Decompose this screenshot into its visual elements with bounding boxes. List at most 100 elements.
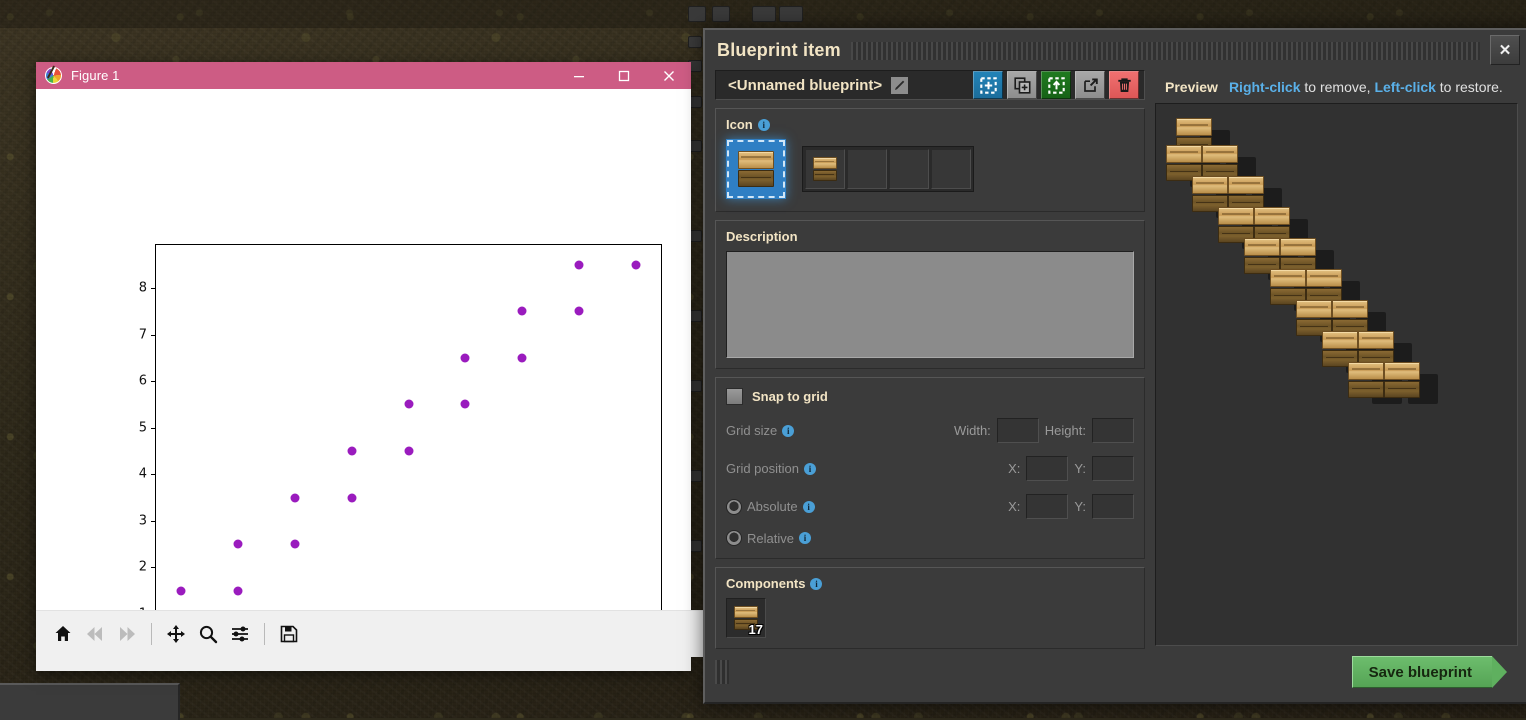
wooden-chest-icon <box>735 148 777 190</box>
absolute-fields: X: Y: <box>1008 494 1134 519</box>
description-label: Description <box>726 229 798 244</box>
y-axis-tick <box>151 567 155 569</box>
y-axis-tick-label: 8 <box>138 280 147 296</box>
info-icon[interactable]: i <box>798 532 811 544</box>
scatter-point <box>517 306 527 316</box>
scatter-point <box>347 493 357 503</box>
icon-slot-4[interactable] <box>931 149 971 189</box>
external-link-icon[interactable] <box>1075 71 1105 99</box>
absolute-radio[interactable] <box>726 498 742 515</box>
icon-slot-3[interactable] <box>889 149 929 189</box>
copy-icon[interactable] <box>1007 71 1037 99</box>
scatter-point <box>460 399 470 409</box>
description-section-title: Description <box>726 229 1134 244</box>
description-textarea[interactable] <box>726 251 1134 358</box>
background-chip <box>688 36 702 48</box>
grid-position-y-input[interactable] <box>1092 456 1134 481</box>
y-axis-tick <box>151 520 155 522</box>
grid-width-input[interactable] <box>996 418 1039 443</box>
y-axis-tick <box>151 381 155 383</box>
relative-label-group[interactable]: Relative i <box>726 530 811 546</box>
dialog-titlebar[interactable]: Blueprint item ✕ <box>705 30 1526 70</box>
minimize-icon[interactable] <box>556 62 601 89</box>
wooden-chest-icon <box>811 155 839 183</box>
info-icon[interactable]: i <box>802 500 815 513</box>
grid-height-input[interactable] <box>1092 418 1134 443</box>
selected-icon-slot[interactable] <box>726 139 786 199</box>
icon-section-title: Icon i <box>726 117 1134 132</box>
figure-window-titlebar[interactable]: Figure 1 <box>36 62 691 89</box>
y-axis-tick <box>151 427 155 429</box>
icon-slot-2[interactable] <box>847 149 887 189</box>
relative-radio[interactable] <box>726 530 742 546</box>
icon-slot-1[interactable] <box>805 149 845 189</box>
scatter-point <box>290 539 300 549</box>
scatter-point <box>290 493 300 503</box>
figure-toolbar[interactable] <box>36 610 703 657</box>
home-icon[interactable] <box>48 619 78 649</box>
preview-title: Preview <box>1165 78 1218 95</box>
preview-column: Preview Right-click to remove, Left-clic… <box>1155 70 1518 646</box>
info-icon[interactable]: i <box>803 462 816 475</box>
absolute-label-group[interactable]: Absolute i <box>726 498 815 515</box>
blueprint-name-label: <Unnamed blueprint> <box>728 76 883 94</box>
preview-hint-left-click: Left-click <box>1374 78 1436 95</box>
scatter-point <box>233 586 243 596</box>
select-area-icon[interactable] <box>973 71 1003 99</box>
magnifier-icon[interactable] <box>193 619 223 649</box>
scatter-point <box>176 586 186 596</box>
blueprint-item-dialog[interactable]: Blueprint item ✕ <Unnamed blueprint> Ico… <box>703 28 1526 704</box>
scatter-point <box>574 306 584 316</box>
snap-to-grid-checkbox[interactable] <box>726 388 743 405</box>
absolute-x-label: X: <box>1008 499 1021 514</box>
preview-wooden-chest[interactable] <box>1382 360 1422 400</box>
y-axis-tick-label: 2 <box>138 559 147 575</box>
absolute-y-input[interactable] <box>1092 494 1134 519</box>
close-icon[interactable]: ✕ <box>1490 35 1520 65</box>
move-icon[interactable] <box>161 619 191 649</box>
footer-grip <box>715 660 729 684</box>
relative-label: Relative <box>747 530 794 546</box>
blueprint-preview-canvas[interactable] <box>1155 103 1518 646</box>
grid-size-label: Grid size <box>726 423 778 438</box>
icon-section-label: Icon <box>726 117 753 132</box>
trash-icon[interactable] <box>1109 71 1139 99</box>
info-icon[interactable]: i <box>757 118 770 131</box>
arrow-left-icon[interactable] <box>80 619 110 649</box>
game-bottom-left-panel <box>0 683 180 720</box>
dialog-drag-handle[interactable] <box>850 42 1480 60</box>
absolute-y-label: Y: <box>1074 499 1086 514</box>
relative-row[interactable]: Relative i <box>726 530 1134 546</box>
pencil-icon[interactable] <box>890 75 910 95</box>
width-label: Width: <box>953 423 991 438</box>
floppy-disk-icon[interactable] <box>274 619 304 649</box>
blueprint-action-buttons <box>973 71 1139 99</box>
figure-canvas[interactable]: 1234567812345678 <box>36 89 691 637</box>
y-axis-tick <box>151 288 155 290</box>
y-axis-tick-label: 5 <box>138 420 147 436</box>
arrow-right-icon[interactable] <box>112 619 142 649</box>
absolute-row[interactable]: Absolute i X: Y: <box>726 494 1134 519</box>
description-section: Description <box>715 220 1145 369</box>
preview-wooden-chest[interactable] <box>1346 360 1386 400</box>
preview-hint-mid: to remove, <box>1300 78 1375 95</box>
upgrade-arrow-icon[interactable] <box>1041 71 1071 99</box>
info-icon[interactable]: i <box>782 424 795 437</box>
blueprint-name-row[interactable]: <Unnamed blueprint> <box>715 70 1145 100</box>
component-slot[interactable]: 17 <box>726 598 766 638</box>
snap-to-grid-row[interactable]: Snap to grid <box>726 388 1134 405</box>
sliders-icon[interactable] <box>225 619 255 649</box>
grid-size-row: Grid size i Width: Height: <box>726 418 1134 443</box>
components-row: 17 <box>726 598 1134 638</box>
maximize-icon[interactable] <box>601 62 646 89</box>
matplotlib-figure-window[interactable]: Figure 1 1234567812345678 <box>36 62 703 671</box>
scatter-point <box>347 446 357 456</box>
y-axis-tick-label: 6 <box>138 373 147 389</box>
icon-row <box>726 139 1134 199</box>
save-blueprint-button[interactable]: Save blueprint <box>1351 656 1508 688</box>
grid-position-x-input[interactable] <box>1026 456 1069 481</box>
info-icon[interactable]: i <box>810 577 823 590</box>
absolute-x-input[interactable] <box>1026 494 1069 519</box>
preview-hint-suffix: to restore. <box>1435 78 1503 95</box>
close-icon[interactable] <box>646 62 691 89</box>
